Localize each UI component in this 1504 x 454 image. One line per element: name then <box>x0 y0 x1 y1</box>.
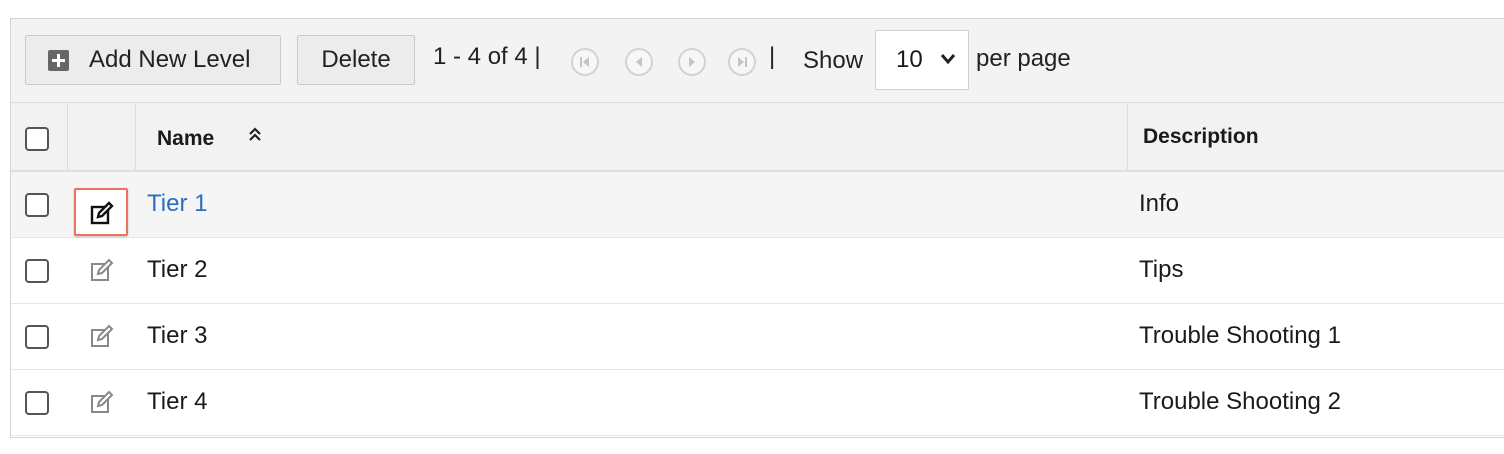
plus-icon <box>48 49 69 71</box>
last-page-icon[interactable] <box>728 48 756 76</box>
edit-icon[interactable] <box>89 389 115 415</box>
row-checkbox[interactable] <box>25 259 49 283</box>
row-checkbox[interactable] <box>25 193 49 217</box>
level-description: Trouble Shooting 2 <box>1139 388 1341 415</box>
pager-range-text: 1 - 4 of 4 | <box>433 43 541 70</box>
level-description: Tips <box>1139 256 1184 283</box>
row-checkbox[interactable] <box>25 325 49 349</box>
levels-grid: Add New Level Delete 1 - 4 of 4 | | Show… <box>10 18 1504 438</box>
edit-icon <box>90 201 114 225</box>
table-row[interactable]: Tier 3 Trouble Shooting 1 <box>11 304 1504 370</box>
edit-button-focused[interactable] <box>74 188 128 236</box>
delete-label: Delete <box>321 46 391 73</box>
table-row[interactable]: Tier 1 Info <box>11 172 1504 238</box>
add-new-level-button[interactable]: Add New Level <box>25 35 281 85</box>
level-name: Tier 3 <box>147 322 208 349</box>
table-row[interactable]: Tier 4 Trouble Shooting 2 <box>11 370 1504 436</box>
chevron-down-icon <box>940 54 956 65</box>
select-all-checkbox[interactable] <box>25 127 49 151</box>
grid-toolbar: Add New Level Delete 1 - 4 of 4 | | Show… <box>11 19 1504 103</box>
per-page-value: 10 <box>896 46 923 73</box>
next-page-icon[interactable] <box>678 48 706 76</box>
first-page-icon[interactable] <box>571 48 599 76</box>
edit-icon[interactable] <box>89 323 115 349</box>
level-description: Info <box>1139 190 1180 217</box>
name-column-header[interactable]: Name <box>157 127 214 151</box>
column-divider <box>135 103 136 170</box>
column-divider <box>1127 103 1128 170</box>
level-name: Tier 2 <box>147 256 208 283</box>
level-description: Trouble Shooting 1 <box>1139 322 1341 349</box>
delete-button[interactable]: Delete <box>297 35 415 85</box>
per-page-label: per page <box>976 45 1071 72</box>
prev-page-icon[interactable] <box>625 48 653 76</box>
per-page-select[interactable]: 10 <box>875 30 969 90</box>
description-column-header[interactable]: Description <box>1143 125 1259 149</box>
pager-separator: | <box>769 43 776 70</box>
sort-ascending-icon[interactable] <box>248 126 262 144</box>
table-row[interactable]: Tier 2 Tips <box>11 238 1504 304</box>
edit-icon[interactable] <box>89 257 115 283</box>
level-name: Tier 4 <box>147 388 208 415</box>
show-label: Show <box>803 47 864 74</box>
level-name-link[interactable]: Tier 1 <box>147 190 207 218</box>
add-new-level-label: Add New Level <box>89 46 251 73</box>
table-header: Name Description <box>11 103 1504 172</box>
column-divider <box>67 103 68 170</box>
row-checkbox[interactable] <box>25 391 49 415</box>
